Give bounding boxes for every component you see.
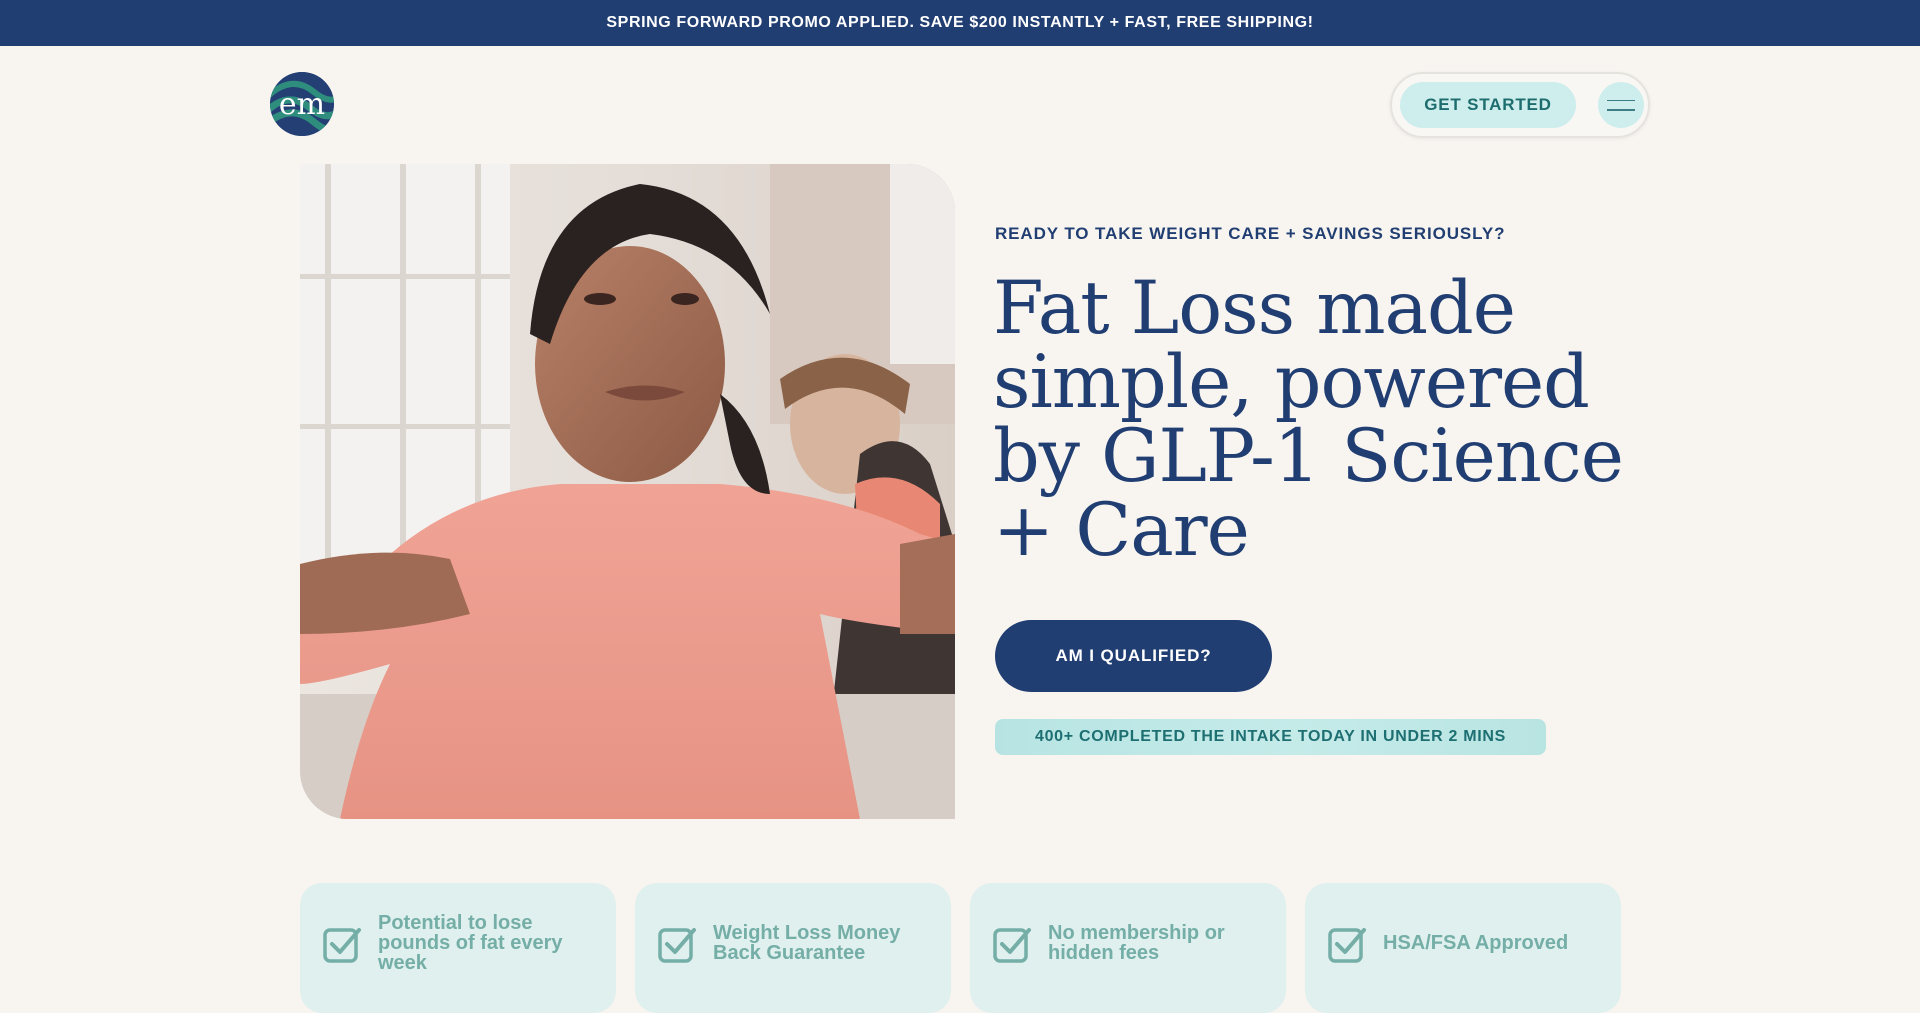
feature-text: No membership or hidden fees (1048, 922, 1225, 964)
logo-text: em (279, 87, 325, 122)
logo-mark: em (270, 72, 334, 136)
feature-text: Potential to lose pounds of fat every we… (378, 912, 563, 974)
checkbox-check-icon (1328, 928, 1366, 963)
feature-card-fat-loss: Potential to lose pounds of fat every we… (300, 883, 616, 1013)
brand-logo[interactable]: em (270, 72, 334, 136)
hero-image (300, 164, 955, 819)
social-proof-badge: 400+ COMPLETED THE INTAKE TODAY IN UNDER… (995, 719, 1546, 755)
woman-exercising-photo (300, 164, 955, 819)
promo-banner: SPRING FORWARD PROMO APPLIED. SAVE $200 … (0, 0, 1920, 46)
hero-headline: Fat Loss made simple, powered by GLP-1 S… (993, 266, 1624, 573)
hero-eyebrow: READY TO TAKE WEIGHT CARE + SAVINGS SERI… (995, 224, 1506, 243)
get-started-button[interactable]: GET STARTED (1400, 82, 1576, 128)
promo-text: SPRING FORWARD PROMO APPLIED. SAVE $200 … (606, 14, 1314, 31)
social-proof-text: 400+ COMPLETED THE INTAKE TODAY IN UNDER… (1034, 728, 1507, 745)
feature-card-hsa-fsa: HSA/FSA Approved (1305, 883, 1621, 1013)
feature-text: Weight Loss Money Back Guarantee (713, 922, 901, 964)
checkbox-check-icon (658, 928, 696, 963)
hamburger-menu-icon (1607, 99, 1635, 101)
header-nav: GET STARTED (1390, 72, 1650, 138)
feature-card-money-back: Weight Loss Money Back Guarantee (635, 883, 951, 1013)
checkbox-check-icon (323, 928, 361, 963)
menu-button[interactable] (1598, 82, 1644, 128)
am-i-qualified-button[interactable]: AM I QUALIFIED? (995, 620, 1272, 692)
feature-card-no-fees: No membership or hidden fees (970, 883, 1286, 1013)
feature-text: HSA/FSA Approved (1383, 932, 1569, 954)
checkbox-check-icon (993, 928, 1031, 963)
